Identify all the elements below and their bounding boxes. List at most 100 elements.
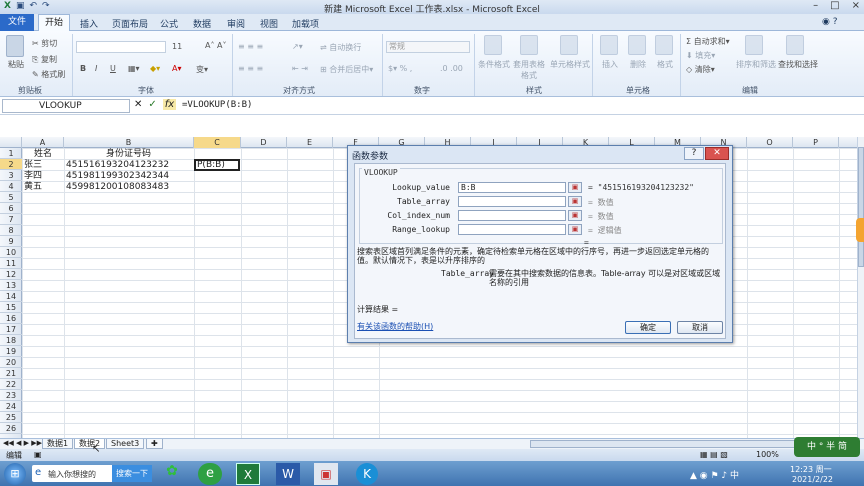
media-player-icon[interactable]: ▣ [314,463,338,485]
zoom-level[interactable]: 100% [756,450,779,459]
bold-button[interactable]: B [80,64,86,73]
column-header[interactable]: P [793,137,839,148]
new-sheet-icon[interactable]: ✚ [146,439,163,449]
tab-file[interactable]: 文件 [0,14,34,31]
table-format-button[interactable]: 套用表格格式 [512,59,546,81]
row-header[interactable]: 17 [0,324,22,335]
cell-b3[interactable]: 451981199302342344 [66,171,169,182]
col-index-input[interactable] [458,210,566,221]
range-picker-icon[interactable]: ▣ [568,196,582,207]
grow-font-icon[interactable]: A˄ A˅ [205,41,227,50]
tab-review[interactable]: 审阅 [227,17,245,30]
column-header[interactable]: E [287,137,333,148]
lookup-value-input[interactable]: B:B [458,182,566,193]
format-cells-button[interactable]: 格式 [657,59,673,70]
active-cell-c2[interactable]: P(B:B) [194,159,240,171]
merge-center-button[interactable]: ⊞ 合并后居中▾ [320,64,373,75]
cell-style-icon[interactable] [560,35,578,55]
row-header[interactable]: 7 [0,214,22,225]
delete-cells-icon[interactable] [628,35,646,55]
row-header[interactable]: 8 [0,225,22,236]
currency-icon[interactable]: $▾ % , [388,64,412,73]
word-taskbar-icon[interactable]: W [276,463,300,485]
tab-page-layout[interactable]: 页面布局 [112,17,148,30]
name-box[interactable]: VLOOKUP [2,99,130,113]
row-header[interactable]: 4 [0,181,22,192]
fill-button[interactable]: ⬇ 填充▾ [686,50,715,61]
tab-addins[interactable]: 加载项 [292,17,319,30]
italic-button[interactable]: I [95,64,97,73]
row-header[interactable]: 12 [0,269,22,280]
row-header[interactable]: 18 [0,335,22,346]
column-header[interactable]: D [241,137,287,148]
row-header[interactable]: 23 [0,390,22,401]
paste-button[interactable]: 粘贴 [8,59,24,70]
system-tray-icons[interactable]: ▲ ◉ ⚑ ♪ 中 [690,468,739,481]
insert-cells-button[interactable]: 插入 [602,59,618,70]
font-color-icon[interactable]: A▾ [172,64,182,73]
cell-b2[interactable]: 451516193204123232 [66,160,169,171]
search-button[interactable]: 搜索一下 [112,465,152,482]
decimal-icon[interactable]: .0 .00 [440,64,463,73]
row-header[interactable]: 22 [0,379,22,390]
row-header[interactable]: 13 [0,280,22,291]
orientation-icon[interactable]: ↗▾ [292,42,303,51]
table-array-input[interactable] [458,196,566,207]
align-top-icon[interactable]: ≡ ≡ ≡ [238,42,263,51]
scrollbar-thumb[interactable] [858,147,864,267]
macro-record-icon[interactable]: ▣ [34,450,42,459]
row-header[interactable]: 16 [0,313,22,324]
browser-icon[interactable]: e [198,463,222,485]
tab-formulas[interactable]: 公式 [160,17,178,30]
cancel-button[interactable]: 取消 [677,321,723,334]
sheet-tab-active[interactable]: 数据2 [74,439,106,449]
ok-button[interactable]: 确定 [625,321,671,334]
insert-function-icon[interactable]: fx [162,99,177,110]
function-help-link[interactable]: 有关该函数的帮助(H) [357,322,433,331]
start-button-icon[interactable]: ⊞ [4,463,26,485]
wechat-icon[interactable]: ✿ [160,463,184,485]
column-header[interactable]: A [22,137,64,148]
sheet-tab[interactable]: 数据1 [42,439,74,449]
insert-cells-icon[interactable] [600,35,618,55]
search-input[interactable]: 输入你想搜的 [48,469,96,480]
excel-taskbar-icon[interactable]: X [236,463,260,485]
range-picker-icon[interactable]: ▣ [568,224,582,235]
clear-button[interactable]: ◇ 清除▾ [686,64,715,75]
maximize-button[interactable]: □ [830,0,839,11]
dialog-close-button[interactable]: ✕ [705,147,729,160]
delete-cells-button[interactable]: 删除 [630,59,646,70]
row-header[interactable]: 19 [0,346,22,357]
column-header[interactable]: O [747,137,793,148]
tab-home[interactable]: 开始 [38,14,70,32]
formula-input[interactable]: =VLOOKUP(B:B) [182,100,252,110]
number-format-select[interactable]: 常规 [386,41,470,53]
cell-a4[interactable]: 黄五 [24,182,42,193]
border-icon[interactable]: ▦▾ [128,64,140,73]
confirm-formula-icon[interactable]: ✓ [148,99,156,110]
format-painter-button[interactable]: ✎ 格式刷 [32,69,65,80]
find-select-icon[interactable] [786,35,804,55]
conditional-format-button[interactable]: 条件格式 [478,59,510,70]
row-header[interactable]: 24 [0,401,22,412]
side-assistant-tab[interactable] [856,218,864,242]
paste-icon[interactable] [6,35,24,57]
range-picker-icon[interactable]: ▣ [568,210,582,221]
fill-color-icon[interactable]: ◆▾ [150,64,160,73]
indent-icon[interactable]: ⇤ ⇥ [292,64,308,73]
view-buttons[interactable]: ▦ ▤ ▧ [700,450,728,459]
close-button[interactable]: × [852,0,860,11]
range-picker-icon[interactable]: ▣ [568,182,582,193]
row-header[interactable]: 2 [0,159,22,170]
table-format-icon[interactable] [520,35,538,55]
cell-b4[interactable]: 459981200108083483 [66,182,169,193]
conditional-format-icon[interactable] [484,35,502,55]
sort-filter-icon[interactable] [745,35,763,55]
row-header[interactable]: 25 [0,412,22,423]
align-left-icon[interactable]: ≡ ≡ ≡ [238,64,263,73]
column-header[interactable]: B [64,137,194,148]
row-header[interactable]: 9 [0,236,22,247]
row-header[interactable]: 21 [0,368,22,379]
cell-a3[interactable]: 李四 [24,171,42,182]
cancel-formula-icon[interactable]: ✕ [134,99,142,110]
